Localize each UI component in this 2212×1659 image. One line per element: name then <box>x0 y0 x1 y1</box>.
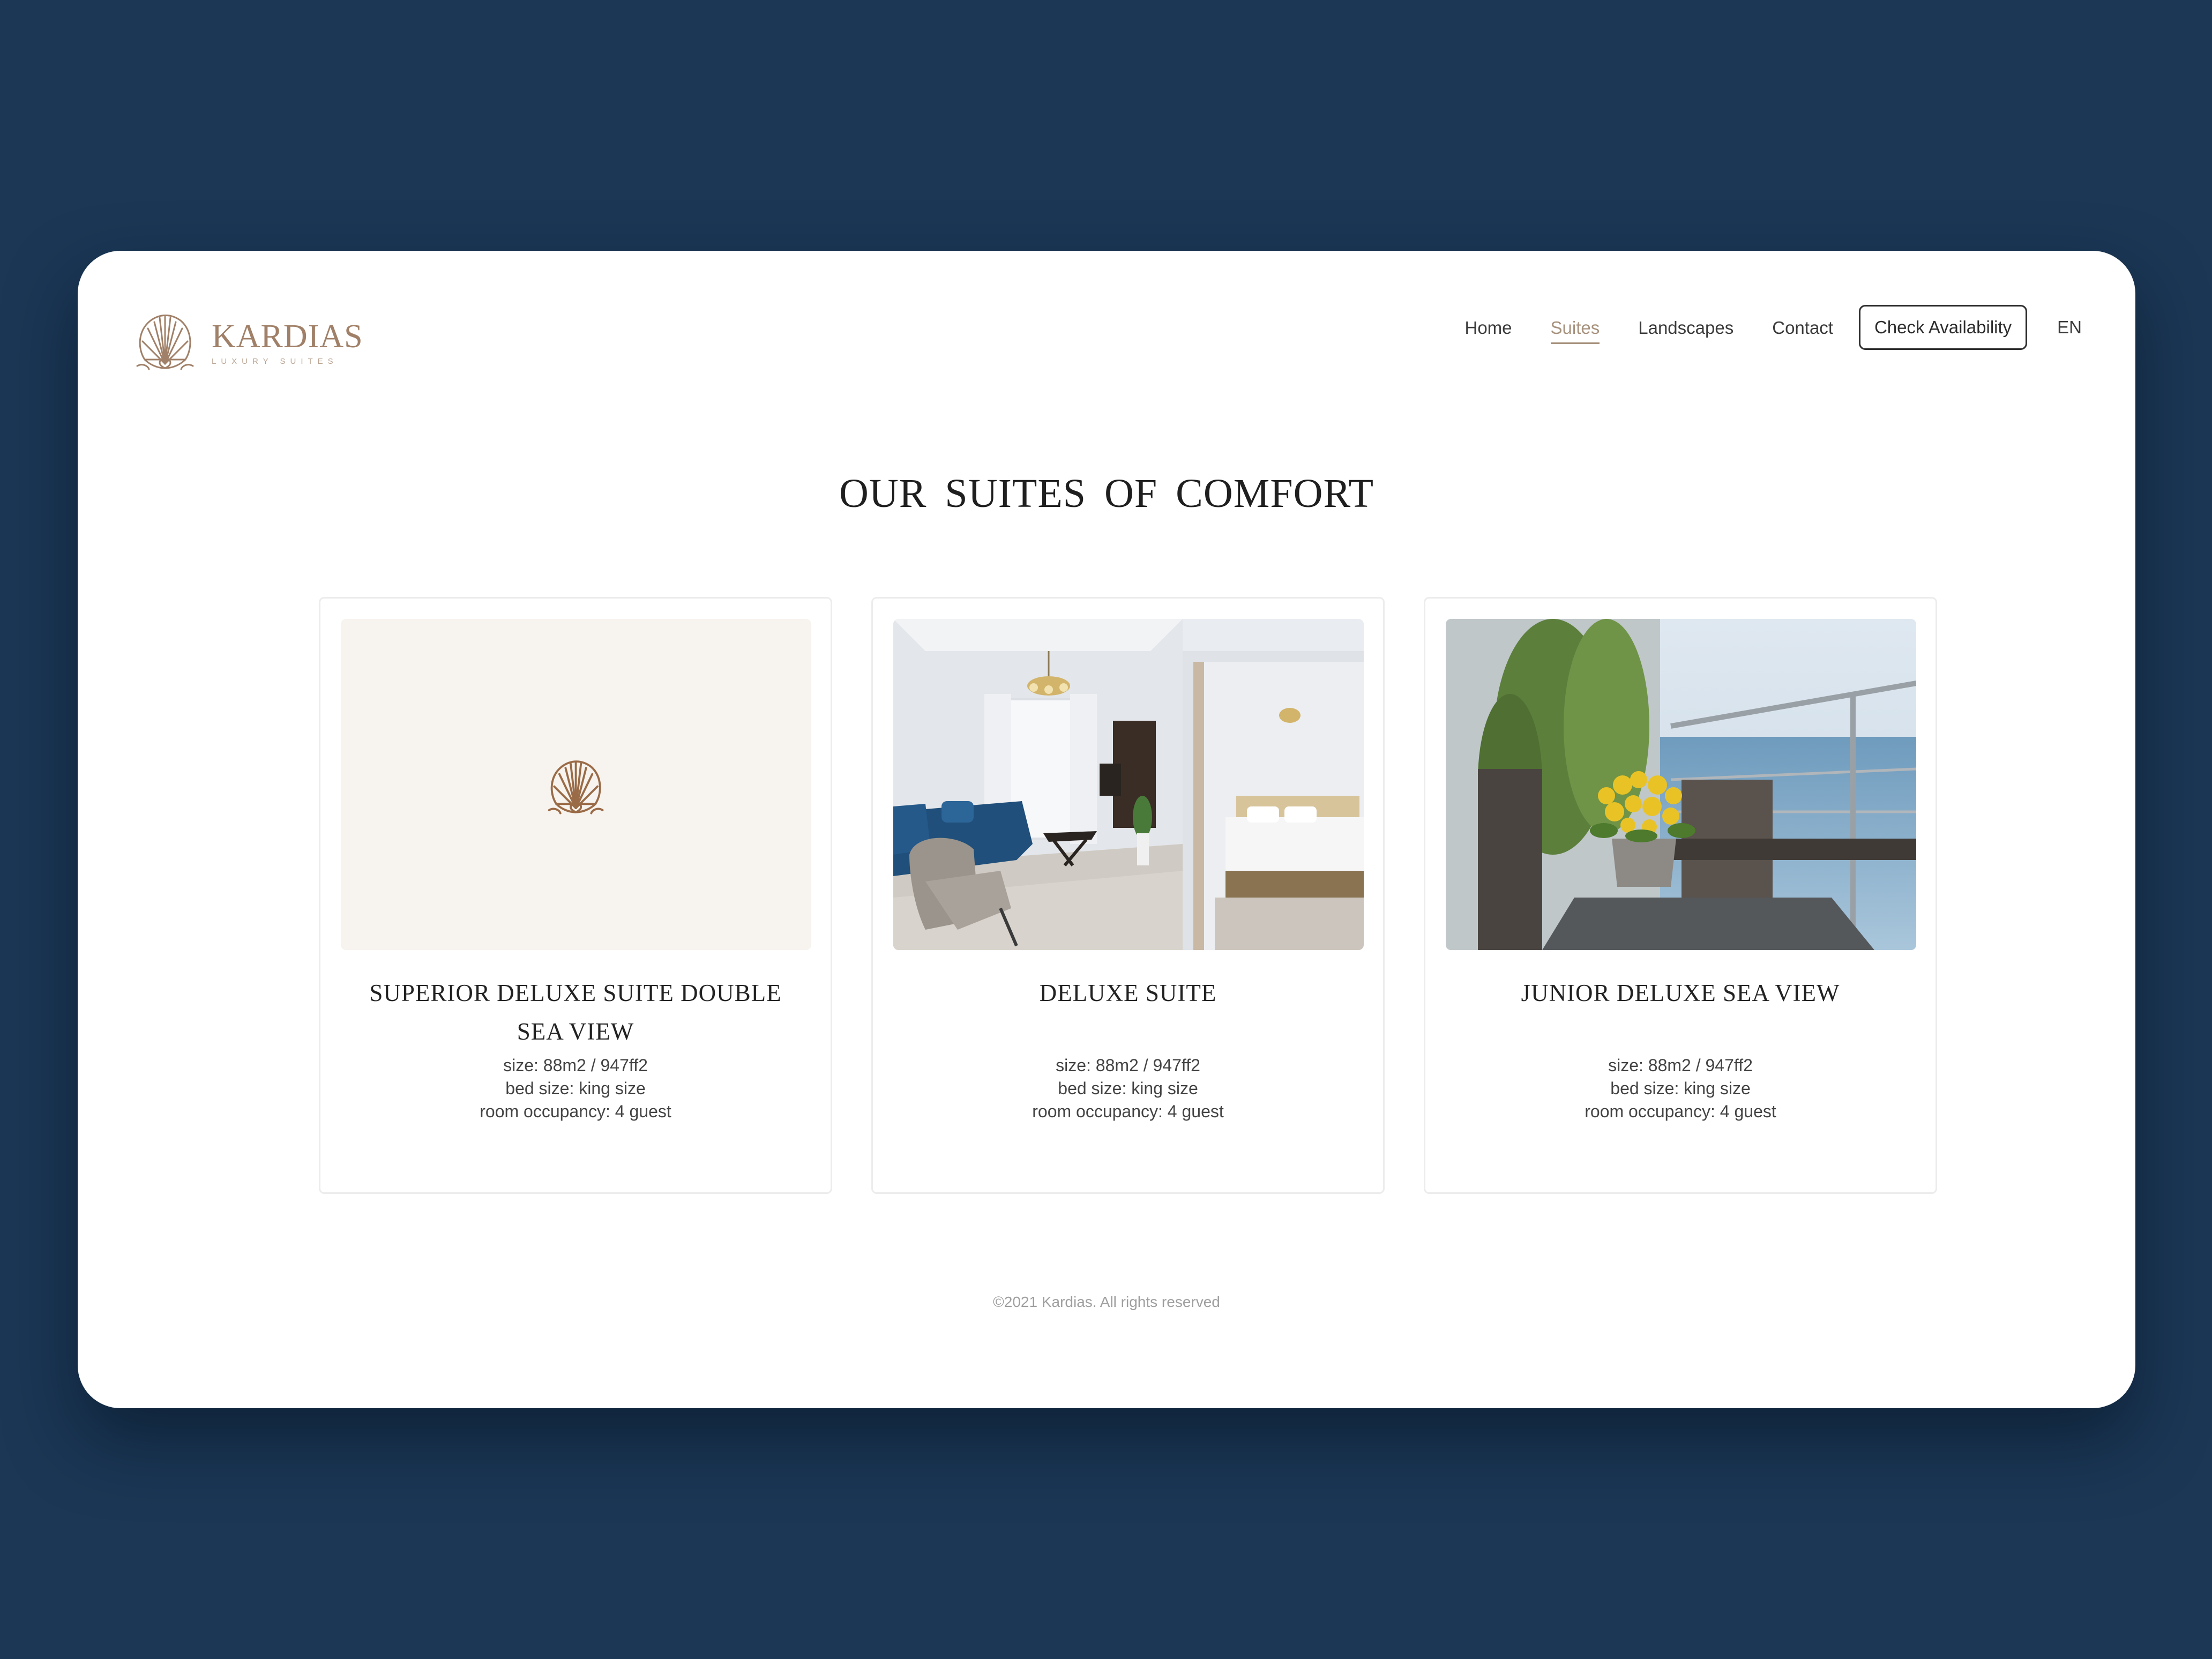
nav-suites[interactable]: Suites <box>1550 319 1600 344</box>
suite-name: JUNIOR DELUXE SEA VIEW <box>1521 980 1840 1006</box>
site-window: KARDIAS LUXURY SUITES Home Suites Landsc… <box>78 251 2135 1408</box>
suite-photo-living-room <box>893 619 1364 950</box>
suite-bed-size: bed size: king size <box>1058 1079 1198 1098</box>
suite-photo-balcony <box>1446 619 1916 950</box>
suite-size: size: 88m2 / 947ff2 <box>1056 1056 1200 1075</box>
suite-image-placeholder <box>341 619 811 950</box>
main-navigation: Home Suites Landscapes Contact Check Ava… <box>1426 303 2082 352</box>
page-title: OUR SUITES OF COMFORT <box>839 471 1374 516</box>
suite-occupancy: room occupancy: 4 guest <box>480 1102 671 1121</box>
brand-name: KARDIAS <box>212 318 363 355</box>
suite-size: size: 88m2 / 947ff2 <box>503 1056 648 1075</box>
suite-card[interactable]: SUPERIOR DELUXE SUITE DOUBLE SEA VIEW si… <box>319 597 832 1194</box>
suite-size: size: 88m2 / 947ff2 <box>1608 1056 1753 1075</box>
suite-bed-size: bed size: king size <box>1610 1079 1751 1098</box>
footer-copyright: ©2021 Kardias. All rights reserved <box>993 1294 1220 1310</box>
brand-logo[interactable]: KARDIAS LUXURY SUITES <box>131 308 363 377</box>
suite-name: SUPERIOR DELUXE SUITE DOUBLE SEA VIEW <box>369 980 782 1045</box>
suite-card[interactable]: JUNIOR DELUXE SEA VIEW size: 88m2 / 947f… <box>1424 597 1937 1194</box>
suite-name: DELUXE SUITE <box>1039 980 1217 1006</box>
suite-bed-size: bed size: king size <box>505 1079 646 1098</box>
brand-text: KARDIAS LUXURY SUITES <box>212 320 363 365</box>
brand-tagline: LUXURY SUITES <box>212 356 338 366</box>
balcony-flowers-photo <box>1446 619 1916 950</box>
seashell-logo-icon <box>136 315 194 370</box>
suite-occupancy: room occupancy: 4 guest <box>1032 1102 1224 1121</box>
placeholder-seashell-image <box>341 619 811 950</box>
check-availability-button[interactable]: Check Availability <box>1858 305 2028 350</box>
suite-occupancy: room occupancy: 4 guest <box>1585 1102 1776 1121</box>
nav-contact[interactable]: Contact <box>1772 319 1833 337</box>
language-selector[interactable]: EN <box>2057 317 2082 338</box>
suite-card[interactable]: DELUXE SUITE size: 88m2 / 947ff2 bed siz… <box>871 597 1385 1194</box>
suites-list: SUPERIOR DELUXE SUITE DOUBLE SEA VIEW si… <box>319 597 1937 1194</box>
suite-details: size: 88m2 / 947ff2 bed size: king size … <box>893 1054 1363 1123</box>
living-room-photo <box>893 619 1364 950</box>
suite-details: size: 88m2 / 947ff2 bed size: king size … <box>1446 1054 1915 1123</box>
suite-details: size: 88m2 / 947ff2 bed size: king size … <box>341 1054 810 1123</box>
nav-home[interactable]: Home <box>1465 319 1512 337</box>
nav-landscapes[interactable]: Landscapes <box>1638 319 1733 337</box>
